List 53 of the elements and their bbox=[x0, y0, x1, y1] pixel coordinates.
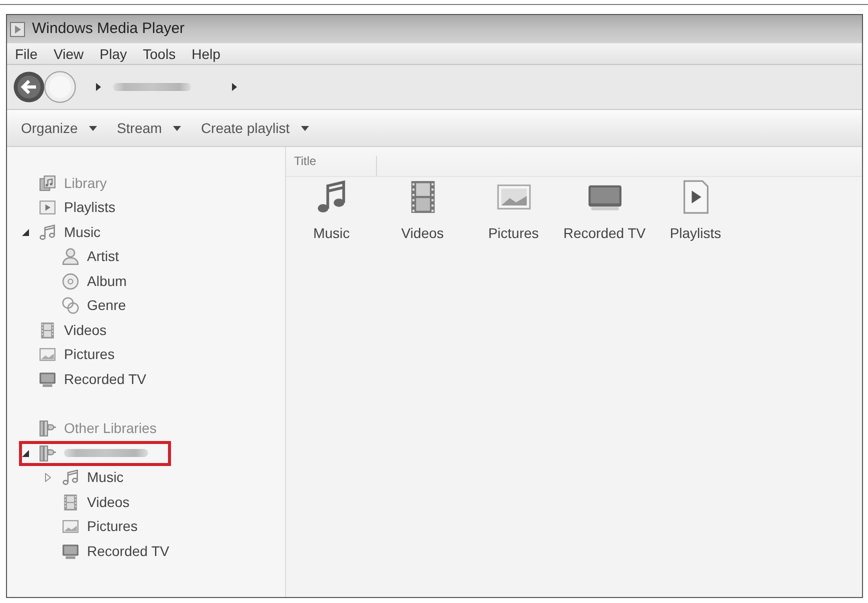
tree-item[interactable]: Pictures bbox=[19, 342, 138, 367]
picture-icon bbox=[39, 346, 56, 364]
tree-item[interactable]: Recorded TV bbox=[19, 367, 170, 392]
tree-item[interactable]: Videos bbox=[42, 490, 153, 514]
caret-icon bbox=[172, 126, 181, 130]
tree-item[interactable]: Videos bbox=[19, 318, 130, 342]
tv-icon bbox=[39, 370, 56, 388]
menu-item[interactable]: View bbox=[46, 44, 92, 64]
tree-item[interactable]: Pictures bbox=[42, 514, 161, 539]
play-square-icon bbox=[10, 22, 25, 36]
tree-item[interactable]: Album bbox=[42, 269, 150, 294]
music-note-icon bbox=[39, 224, 56, 241]
menu-item[interactable]: Help bbox=[184, 44, 228, 64]
window-title: Windows Media Player bbox=[32, 20, 185, 38]
circles-icon bbox=[62, 297, 79, 314]
menu-item[interactable]: File bbox=[7, 44, 46, 64]
caret-icon bbox=[300, 126, 309, 130]
menu-item[interactable]: Tools bbox=[134, 44, 184, 64]
chevron-icon[interactable] bbox=[96, 83, 101, 91]
category-tile[interactable]: Videos bbox=[377, 177, 468, 244]
column-header[interactable]: Title bbox=[286, 156, 377, 176]
tree-item[interactable]: Music bbox=[19, 220, 124, 244]
tree-item[interactable]: Recorded TV bbox=[42, 539, 192, 564]
film-icon bbox=[39, 322, 56, 339]
menu-item[interactable]: Play bbox=[92, 44, 135, 64]
toolbar-menu-button[interactable]: Stream bbox=[108, 116, 189, 140]
category-tile[interactable]: Playlists bbox=[650, 177, 741, 244]
tree-item[interactable] bbox=[19, 441, 171, 466]
category-tile[interactable]: Pictures bbox=[468, 177, 559, 244]
library-icon bbox=[39, 174, 56, 192]
film-icon bbox=[62, 494, 79, 511]
tree-item[interactable]: Music bbox=[42, 466, 147, 490]
playlist-icon bbox=[39, 199, 56, 216]
expanded-arrow-icon[interactable] bbox=[22, 450, 29, 457]
books-plug-icon bbox=[39, 444, 56, 462]
tree-item[interactable]: Playlists bbox=[19, 196, 138, 220]
tv-icon bbox=[62, 542, 79, 560]
collapsed-arrow-icon[interactable] bbox=[45, 473, 51, 482]
tree-item[interactable]: Artist bbox=[42, 244, 142, 269]
music-note-icon bbox=[62, 469, 79, 486]
caret-icon bbox=[88, 126, 97, 130]
toolbar-menu-button[interactable]: Organize bbox=[13, 116, 105, 140]
expanded-arrow-icon[interactable] bbox=[22, 228, 29, 236]
picture-icon bbox=[62, 518, 79, 536]
back-button[interactable] bbox=[13, 71, 45, 103]
chevron-icon[interactable] bbox=[232, 83, 237, 91]
category-tile[interactable]: Music bbox=[286, 177, 377, 244]
toolbar-menu-button[interactable]: Create playlist bbox=[192, 116, 317, 140]
disc-icon bbox=[62, 272, 79, 290]
category-tile[interactable]: Recorded TV bbox=[559, 177, 650, 244]
person-icon bbox=[62, 248, 79, 266]
tree-item[interactable]: Genre bbox=[42, 294, 149, 318]
books-plug-icon bbox=[39, 420, 56, 438]
